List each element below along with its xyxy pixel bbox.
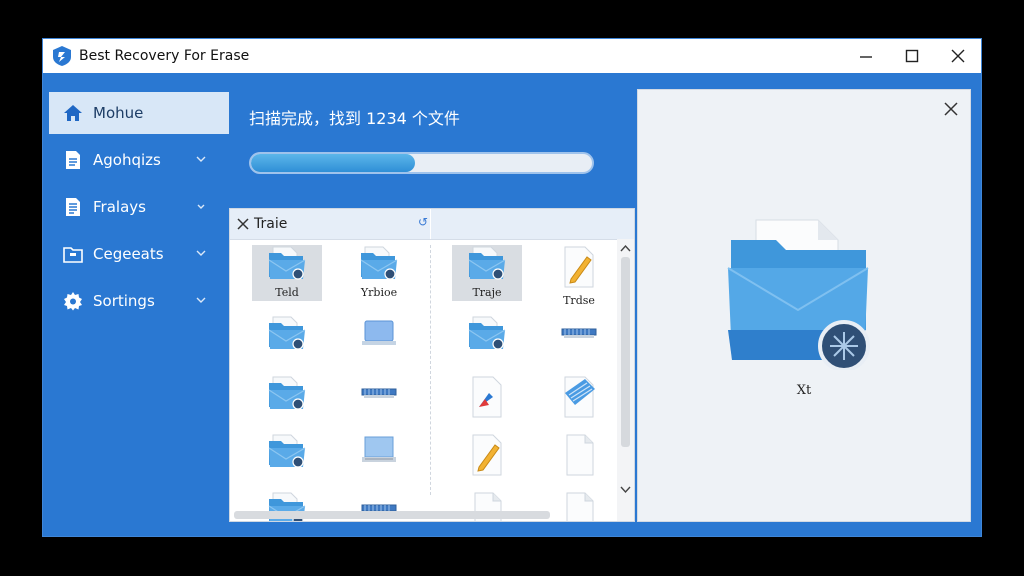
file-tile[interactable] [452, 315, 522, 371]
file-tile[interactable] [544, 375, 614, 431]
close-preview-icon[interactable] [942, 100, 960, 118]
minimize-icon [860, 56, 872, 58]
pencil-file-icon [559, 245, 599, 293]
chevron-down-icon [197, 204, 205, 209]
document-icon [63, 150, 83, 170]
file-tile-label: Yrbioe [360, 286, 398, 299]
chevron-down-icon [196, 250, 206, 256]
file-tile-label: Teld [275, 286, 299, 299]
sidebar-item-label: Cegeeats [93, 245, 164, 263]
folder-icon [467, 315, 507, 355]
file-tile[interactable] [344, 315, 414, 371]
file-results-panel: Traie ↺ Teld Yrbioe Traje Trdse [229, 208, 635, 522]
file-tile[interactable] [544, 433, 614, 489]
title-bar: Best Recovery For Erase [43, 39, 981, 73]
sidebar-item-label: Agohqizs [93, 151, 161, 169]
horizontal-scrollbar[interactable] [234, 511, 550, 519]
maximize-button[interactable] [889, 39, 935, 73]
file-tile[interactable] [344, 433, 414, 489]
file-tile[interactable] [452, 433, 522, 489]
close-button[interactable] [935, 39, 981, 73]
app-window: Best Recovery For Erase Mohue Agohqizs F… [42, 38, 982, 537]
refresh-icon[interactable]: ↺ [418, 215, 428, 229]
folder-icon [267, 433, 307, 473]
gear-icon [63, 291, 83, 311]
file-tile[interactable] [452, 375, 522, 431]
file-tile[interactable]: Yrbioe [344, 245, 414, 301]
file-tile[interactable] [252, 315, 322, 371]
blank-file-icon [559, 491, 599, 521]
sidebar-item-fralays[interactable]: Fralays [49, 186, 229, 228]
window-title: Best Recovery For Erase [79, 48, 250, 64]
preview-panel: Xt [637, 89, 971, 522]
sidebar-item-label: Fralays [93, 198, 146, 216]
file-tile[interactable] [544, 491, 614, 521]
file-tile[interactable] [544, 315, 614, 371]
scrollbar-thumb[interactable] [621, 257, 630, 447]
file-tile[interactable]: Trdse [544, 245, 614, 307]
file-tile[interactable] [252, 375, 322, 431]
sidebar-item-home[interactable]: Mohue [49, 92, 229, 134]
monitor-icon [359, 433, 399, 473]
blank-file-icon [559, 433, 599, 481]
folder-icon [467, 245, 507, 285]
scroll-up-icon[interactable] [617, 241, 634, 255]
blue-striped-file-icon [559, 375, 599, 423]
file-grid: Teld Yrbioe Traje Trdse [230, 239, 618, 521]
file-tile[interactable]: Traje [452, 245, 522, 301]
filter-x-icon[interactable] [236, 217, 250, 231]
panel-title: Traie [254, 216, 288, 232]
pencil-file-icon [467, 433, 507, 481]
chevron-down-icon [196, 156, 206, 162]
file-tile[interactable] [252, 433, 322, 489]
folder-icon [359, 245, 399, 285]
drive-icon [359, 315, 399, 355]
sidebar-item-label: Mohue [93, 104, 144, 122]
maximize-icon [905, 49, 919, 63]
panel-header: Traie ↺ [230, 209, 634, 240]
sidebar-item-cegeeats[interactable]: Cegeeats [49, 233, 229, 275]
sidebar-item-sortings[interactable]: Sortings [49, 280, 229, 322]
vertical-scrollbar[interactable] [617, 239, 634, 521]
sidebar-item-label: Sortings [93, 292, 155, 310]
home-icon [63, 103, 83, 123]
network-drive-icon [559, 315, 599, 355]
scan-progress-bar [249, 152, 594, 174]
chevron-down-icon [196, 297, 206, 303]
minimize-button[interactable] [843, 39, 889, 73]
progress-fill [251, 154, 415, 172]
file-tile[interactable]: Teld [252, 245, 322, 301]
close-icon [951, 49, 965, 63]
scroll-down-icon[interactable] [617, 483, 634, 497]
file-tile-label: Traje [472, 286, 502, 299]
scan-status-text: 扫描完成，找到 1234 个文件 [249, 109, 460, 128]
folder-icon [267, 315, 307, 355]
document-list-icon [63, 197, 83, 217]
sidebar-item-agohqizs[interactable]: Agohqizs [49, 139, 229, 181]
folder-document-icon [727, 219, 870, 370]
folder-icon [267, 245, 307, 285]
sidebar: Mohue Agohqizs Fralays Cegeeats Sortings [49, 92, 229, 327]
app-logo-icon [53, 46, 71, 66]
network-drive-icon [359, 375, 399, 415]
file-tile[interactable] [344, 375, 414, 431]
folder-icon [267, 375, 307, 415]
preview-file-label: Xt [796, 383, 812, 398]
folder-icon [63, 244, 83, 264]
image-file-icon [467, 375, 507, 423]
file-tile-label: Trdse [563, 294, 595, 307]
